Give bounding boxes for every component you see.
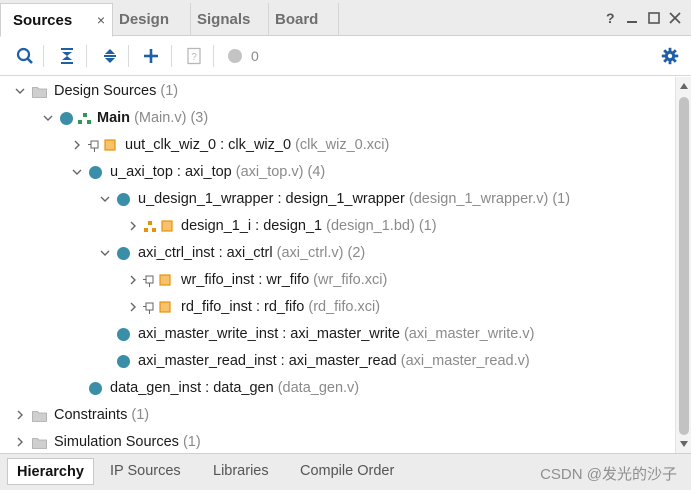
tree-label: Design Sources (1) (54, 83, 179, 99)
tab-design-label: Design (119, 11, 170, 28)
module-icon (89, 166, 102, 179)
module-icon (60, 112, 73, 125)
toolbar: ? 0 (0, 37, 691, 76)
tree-row-wr-fifo-inst[interactable]: wr_fifo_inst : wr_fifo (wr_fifo.xci) (0, 267, 675, 294)
tree-label: uut_clk_wiz_0 : clk_wiz_0 (clk_wiz_0.xci… (125, 137, 390, 153)
folder-icon (32, 438, 47, 449)
chevron-down-icon[interactable] (100, 248, 110, 258)
chevron-down-icon[interactable] (15, 86, 25, 96)
chevron-right-icon[interactable] (15, 437, 25, 447)
chevron-down-icon[interactable] (43, 113, 53, 123)
tree-row-u-design-1-wrapper[interactable]: u_design_1_wrapper : design_1_wrapper (d… (0, 186, 675, 213)
tab-hierarchy[interactable]: Hierarchy (7, 458, 94, 485)
properties-icon[interactable]: ? (183, 45, 205, 67)
folder-icon (32, 411, 47, 422)
hierarchy-tree: Design Sources (1) Main (Main.v) (3) uut… (0, 77, 675, 453)
status-circle-icon (224, 45, 246, 67)
tab-design[interactable]: Design (113, 3, 191, 36)
restore-icon[interactable] (648, 12, 660, 24)
tab-signals-label: Signals (197, 11, 251, 28)
chevron-right-icon[interactable] (72, 140, 82, 150)
tree-label: data_gen_inst : data_gen (data_gen.v) (110, 380, 360, 396)
scrollbar-thumb[interactable] (679, 97, 689, 435)
bottom-tab-bar: Hierarchy IP Sources Libraries Compile O… (0, 453, 691, 490)
tree-label: u_axi_top : axi_top (axi_top.v) (4) (110, 164, 326, 180)
ip-core-icon (143, 274, 171, 287)
svg-text:?: ? (191, 52, 197, 63)
toolbar-separator (128, 45, 129, 67)
tree-row-axi-ctrl-inst[interactable]: axi_ctrl_inst : axi_ctrl (axi_ctrl.v) (2… (0, 240, 675, 267)
tree-row-design-1-i[interactable]: design_1_i : design_1 (design_1.bd) (1) (0, 213, 675, 240)
minimize-icon[interactable] (626, 12, 638, 24)
tree-row-design-sources[interactable]: Design Sources (1) (0, 78, 675, 105)
toolbar-separator (43, 45, 44, 67)
messages-count: 0 (251, 48, 259, 64)
tab-ip-sources[interactable]: IP Sources (110, 463, 181, 479)
help-icon[interactable]: ? (606, 10, 615, 26)
search-icon[interactable] (14, 45, 36, 67)
tree-row-data-gen-inst[interactable]: data_gen_inst : data_gen (data_gen.v) (0, 375, 675, 402)
toolbar-separator (171, 45, 172, 67)
tree-label: Simulation Sources (1) (54, 434, 201, 450)
ip-core-icon (143, 301, 171, 314)
tree-row-uut-clk-wiz-0[interactable]: uut_clk_wiz_0 : clk_wiz_0 (clk_wiz_0.xci… (0, 132, 675, 159)
module-icon (117, 193, 130, 206)
expand-all-icon[interactable] (99, 45, 121, 67)
folder-icon (32, 87, 47, 98)
tree-row-main[interactable]: Main (Main.v) (3) (0, 105, 675, 132)
tab-bar: Sources × Design Signals Board ? (0, 0, 691, 37)
close-icon[interactable] (669, 12, 681, 24)
chevron-right-icon[interactable] (128, 221, 138, 231)
vertical-scrollbar[interactable] (675, 77, 691, 453)
tree-label: rd_fifo_inst : rd_fifo (rd_fifo.xci) (181, 299, 381, 315)
tab-board-label: Board (275, 11, 319, 28)
ip-core-icon (88, 139, 116, 152)
chevron-right-icon[interactable] (128, 302, 138, 312)
chevron-down-icon[interactable] (100, 194, 110, 204)
tree-label: axi_ctrl_inst : axi_ctrl (axi_ctrl.v) (2… (138, 245, 366, 261)
tab-libraries[interactable]: Libraries (213, 463, 269, 479)
collapse-all-icon[interactable] (56, 45, 78, 67)
tree-label: axi_master_read_inst : axi_master_read (… (138, 353, 530, 369)
watermark-text: CSDN @发光的沙子 (540, 466, 677, 483)
chevron-right-icon[interactable] (15, 410, 25, 420)
block-design-icon (144, 220, 173, 232)
module-icon (89, 382, 102, 395)
tree-row-axi-master-write-inst[interactable]: axi_master_write_inst : axi_master_write… (0, 321, 675, 348)
tree-row-rd-fifo-inst[interactable]: rd_fifo_inst : rd_fifo (rd_fifo.xci) (0, 294, 675, 321)
tree-label: axi_master_write_inst : axi_master_write… (138, 326, 535, 342)
tree-label: Main (Main.v) (3) (97, 110, 209, 126)
tree-label: wr_fifo_inst : wr_fifo (wr_fifo.xci) (181, 272, 388, 288)
top-module-icon (78, 113, 91, 124)
tab-signals[interactable]: Signals (191, 3, 269, 36)
tab-sources[interactable]: Sources × (0, 3, 113, 37)
module-icon (117, 355, 130, 368)
tree-row-constraints[interactable]: Constraints (1) (0, 402, 675, 429)
chevron-down-icon[interactable] (72, 167, 82, 177)
tab-sources-label: Sources (13, 11, 73, 29)
toolbar-separator (86, 45, 87, 67)
scroll-down-icon[interactable] (679, 440, 689, 448)
scroll-up-icon[interactable] (679, 82, 689, 90)
toolbar-separator (213, 45, 214, 67)
tree-row-axi-master-read-inst[interactable]: axi_master_read_inst : axi_master_read (… (0, 348, 675, 375)
tree-row-simulation-sources[interactable]: Simulation Sources (1) (0, 429, 675, 456)
module-icon (117, 247, 130, 260)
chevron-right-icon[interactable] (128, 275, 138, 285)
add-sources-icon[interactable] (140, 45, 162, 67)
module-icon (117, 328, 130, 341)
tree-label: design_1_i : design_1 (design_1.bd) (1) (181, 218, 437, 234)
tab-compile-order[interactable]: Compile Order (300, 463, 394, 479)
tab-close-icon[interactable]: × (97, 12, 105, 28)
gear-icon[interactable] (659, 45, 681, 67)
tree-label: u_design_1_wrapper : design_1_wrapper (d… (138, 191, 571, 207)
tab-board[interactable]: Board (269, 3, 339, 36)
tree-label: Constraints (1) (54, 407, 150, 423)
tree-row-u-axi-top[interactable]: u_axi_top : axi_top (axi_top.v) (4) (0, 159, 675, 186)
